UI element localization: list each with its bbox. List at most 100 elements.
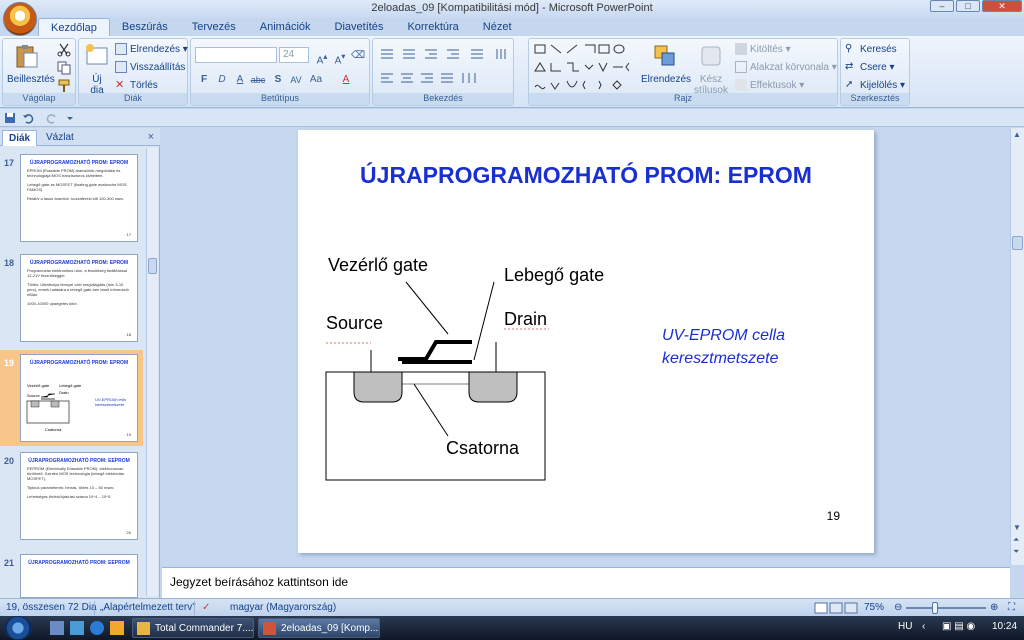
layout-button[interactable]: Elrendezés ▾: [115, 42, 188, 58]
strike-button[interactable]: abc: [249, 71, 267, 87]
slide-number: 19: [826, 509, 840, 523]
layout-icon: [115, 43, 127, 56]
spell-check-icon[interactable]: ✓: [202, 602, 210, 613]
tab-korrektura[interactable]: Korrektúra: [395, 18, 470, 36]
status-separator: [94, 601, 95, 615]
paste-icon: [16, 45, 38, 68]
scroll-up-icon[interactable]: ▲: [1013, 130, 1021, 139]
reset-button[interactable]: Visszaállítás: [115, 60, 185, 76]
slide-thumbnail-selected[interactable]: ÚJRAPROGRAMOZHATÓ PROM: EPROM Vezérlő ga…: [20, 354, 138, 442]
floating-gate-pointer: [473, 281, 495, 361]
cut-icon[interactable]: [57, 43, 71, 57]
align-icons[interactable]: [379, 71, 509, 85]
previous-slide-icon[interactable]: ⏶: [1013, 535, 1019, 545]
quick-styles-button[interactable]: Kész stílusok: [693, 43, 729, 96]
copy-icon[interactable]: [57, 61, 71, 75]
slides-group-title: Diák: [79, 93, 187, 105]
title-bar: 2eloadas_09 [Kompatibilitási mód] - Micr…: [0, 0, 1024, 18]
tab-slides[interactable]: Diák: [2, 130, 38, 146]
maximize-button[interactable]: □: [956, 0, 980, 12]
shapes-gallery[interactable]: [533, 43, 637, 93]
view-buttons[interactable]: [814, 602, 858, 614]
tab-diavetites[interactable]: Diavetítés: [323, 18, 396, 36]
select-button[interactable]: ➚ Kijelölés ▾: [845, 78, 905, 94]
tab-kezdolap[interactable]: Kezdőlap: [38, 18, 110, 36]
grow-font-button[interactable]: A▴: [313, 47, 331, 66]
next-slide-icon[interactable]: ⏷: [1013, 547, 1019, 557]
close-icon[interactable]: ×: [148, 131, 154, 143]
vertical-scroll-thumb[interactable]: [1012, 236, 1023, 250]
tab-tervezes[interactable]: Tervezés: [180, 18, 248, 36]
zoom-slider-track[interactable]: [906, 607, 986, 609]
taskbar-total-commander[interactable]: Total Commander 7....: [132, 618, 254, 638]
italic-button[interactable]: D: [213, 71, 231, 87]
svg-text:Source: Source: [27, 393, 40, 398]
tab-outline[interactable]: Vázlat: [40, 130, 80, 146]
slide-thumbnail[interactable]: ÚJRAPROGRAMOZHATÓ PROM: EPROM Programozá…: [20, 254, 138, 342]
font-group: 24 A▴ A▾ ⌫ F D A abc S AV Aa A Betűtípus: [190, 38, 370, 106]
zoom-out-icon[interactable]: ⊖: [894, 602, 902, 613]
zoom-slider-thumb[interactable]: [932, 602, 938, 614]
font-name-combo[interactable]: [195, 47, 277, 63]
tray-icons[interactable]: ▣ ▤ ◉: [942, 621, 975, 632]
close-button[interactable]: ✕: [982, 0, 1022, 12]
show-desktop-icon[interactable]: [50, 621, 64, 635]
font-color-button[interactable]: A: [337, 71, 355, 87]
slide-thumbnail[interactable]: ÚJRAPROGRAMOZHATÓ PROM: EPROM EPROM (Era…: [20, 154, 138, 242]
label-drain: Drain: [504, 309, 548, 329]
shrink-font-button[interactable]: A▾: [331, 47, 349, 66]
shape-effects-button[interactable]: Effektusok ▾: [735, 78, 804, 94]
tab-animaciok[interactable]: Animációk: [248, 18, 323, 36]
shape-fill-button[interactable]: Kitöltés ▾: [735, 42, 791, 58]
zoom-level[interactable]: 75%: [864, 602, 884, 613]
zoom-in-icon[interactable]: ⊕: [990, 602, 998, 613]
underline-button[interactable]: A: [231, 71, 249, 87]
tab-nezet[interactable]: Nézet: [471, 18, 524, 36]
paste-button[interactable]: Beillesztés: [7, 43, 55, 85]
fit-window-icon[interactable]: ⛶: [1008, 602, 1015, 613]
media-icon[interactable]: [110, 621, 124, 635]
start-button[interactable]: [4, 616, 32, 640]
editing-group: ⚲ Keresés ⇄ Csere ▾ ➚ Kijelölés ▾ Szerkeszt…: [840, 38, 910, 106]
save-icon[interactable]: [4, 112, 16, 124]
scroll-down-icon[interactable]: ▼: [1013, 523, 1021, 532]
office-button[interactable]: [3, 2, 37, 36]
list-icons[interactable]: [379, 47, 509, 61]
channel-pointer: [413, 383, 449, 437]
case-button[interactable]: Aa: [307, 71, 325, 87]
tray-expand-icon[interactable]: ‹: [922, 621, 925, 632]
shadow-button[interactable]: S: [269, 71, 287, 87]
arrange-button[interactable]: Elrendezés: [641, 43, 691, 85]
slide-thumbnail[interactable]: ÚJRAPROGRAMOZHATÓ PROM: EEPROM: [20, 554, 138, 598]
language-indicator[interactable]: magyar (Magyarország): [230, 602, 336, 613]
panel-scrollbar[interactable]: [146, 148, 158, 596]
replace-button[interactable]: ⇄ Csere ▾: [845, 60, 895, 76]
font-size-combo[interactable]: 24: [279, 47, 309, 63]
delete-slide-button[interactable]: ✕ Törlés: [115, 78, 158, 94]
switch-windows-icon[interactable]: [70, 621, 84, 635]
clear-format-button[interactable]: ⌫: [349, 47, 367, 63]
spacing-button[interactable]: AV: [287, 71, 305, 87]
tab-beszuras[interactable]: Beszúrás: [110, 18, 180, 36]
slide-thumbnail[interactable]: ÚJRAPROGRAMOZHATÓ PROM: EEPROM EEPROM (E…: [20, 452, 138, 540]
customize-qat-icon[interactable]: [64, 112, 76, 124]
panel-scroll-thumb[interactable]: [148, 258, 157, 274]
input-language[interactable]: HU: [898, 621, 912, 632]
binoculars-icon: ⚲: [845, 43, 853, 55]
slide-canvas[interactable]: ÚJRAPROGRAMOZHATÓ PROM: EPROM Vezérlő ga…: [298, 130, 874, 553]
bold-button[interactable]: F: [195, 71, 213, 87]
minimize-button[interactable]: –: [930, 0, 954, 12]
redo-icon[interactable]: [46, 112, 58, 124]
taskbar-powerpoint[interactable]: 2eloadas_09 [Komp...: [258, 618, 380, 638]
format-painter-icon[interactable]: [57, 79, 71, 93]
find-button[interactable]: ⚲ Keresés: [845, 42, 897, 58]
notes-pane[interactable]: Jegyzet beírásához kattintson ide: [162, 567, 1010, 598]
new-slide-button[interactable]: Új dia: [83, 43, 111, 96]
shape-outline-button[interactable]: Alakzat körvonala ▾: [735, 60, 837, 76]
uv-eprom-caption: UV-EPROM cella keresztmetszete: [662, 327, 785, 367]
vertical-scrollbar[interactable]: ▲ ▼ ⏶ ⏷: [1010, 128, 1024, 565]
undo-icon[interactable]: [22, 112, 34, 124]
ie-icon[interactable]: [90, 621, 104, 635]
clock[interactable]: 10:24: [992, 621, 1017, 632]
drawing-group: Elrendezés Kész stílusok Kitöltés ▾ Alak…: [528, 38, 838, 106]
